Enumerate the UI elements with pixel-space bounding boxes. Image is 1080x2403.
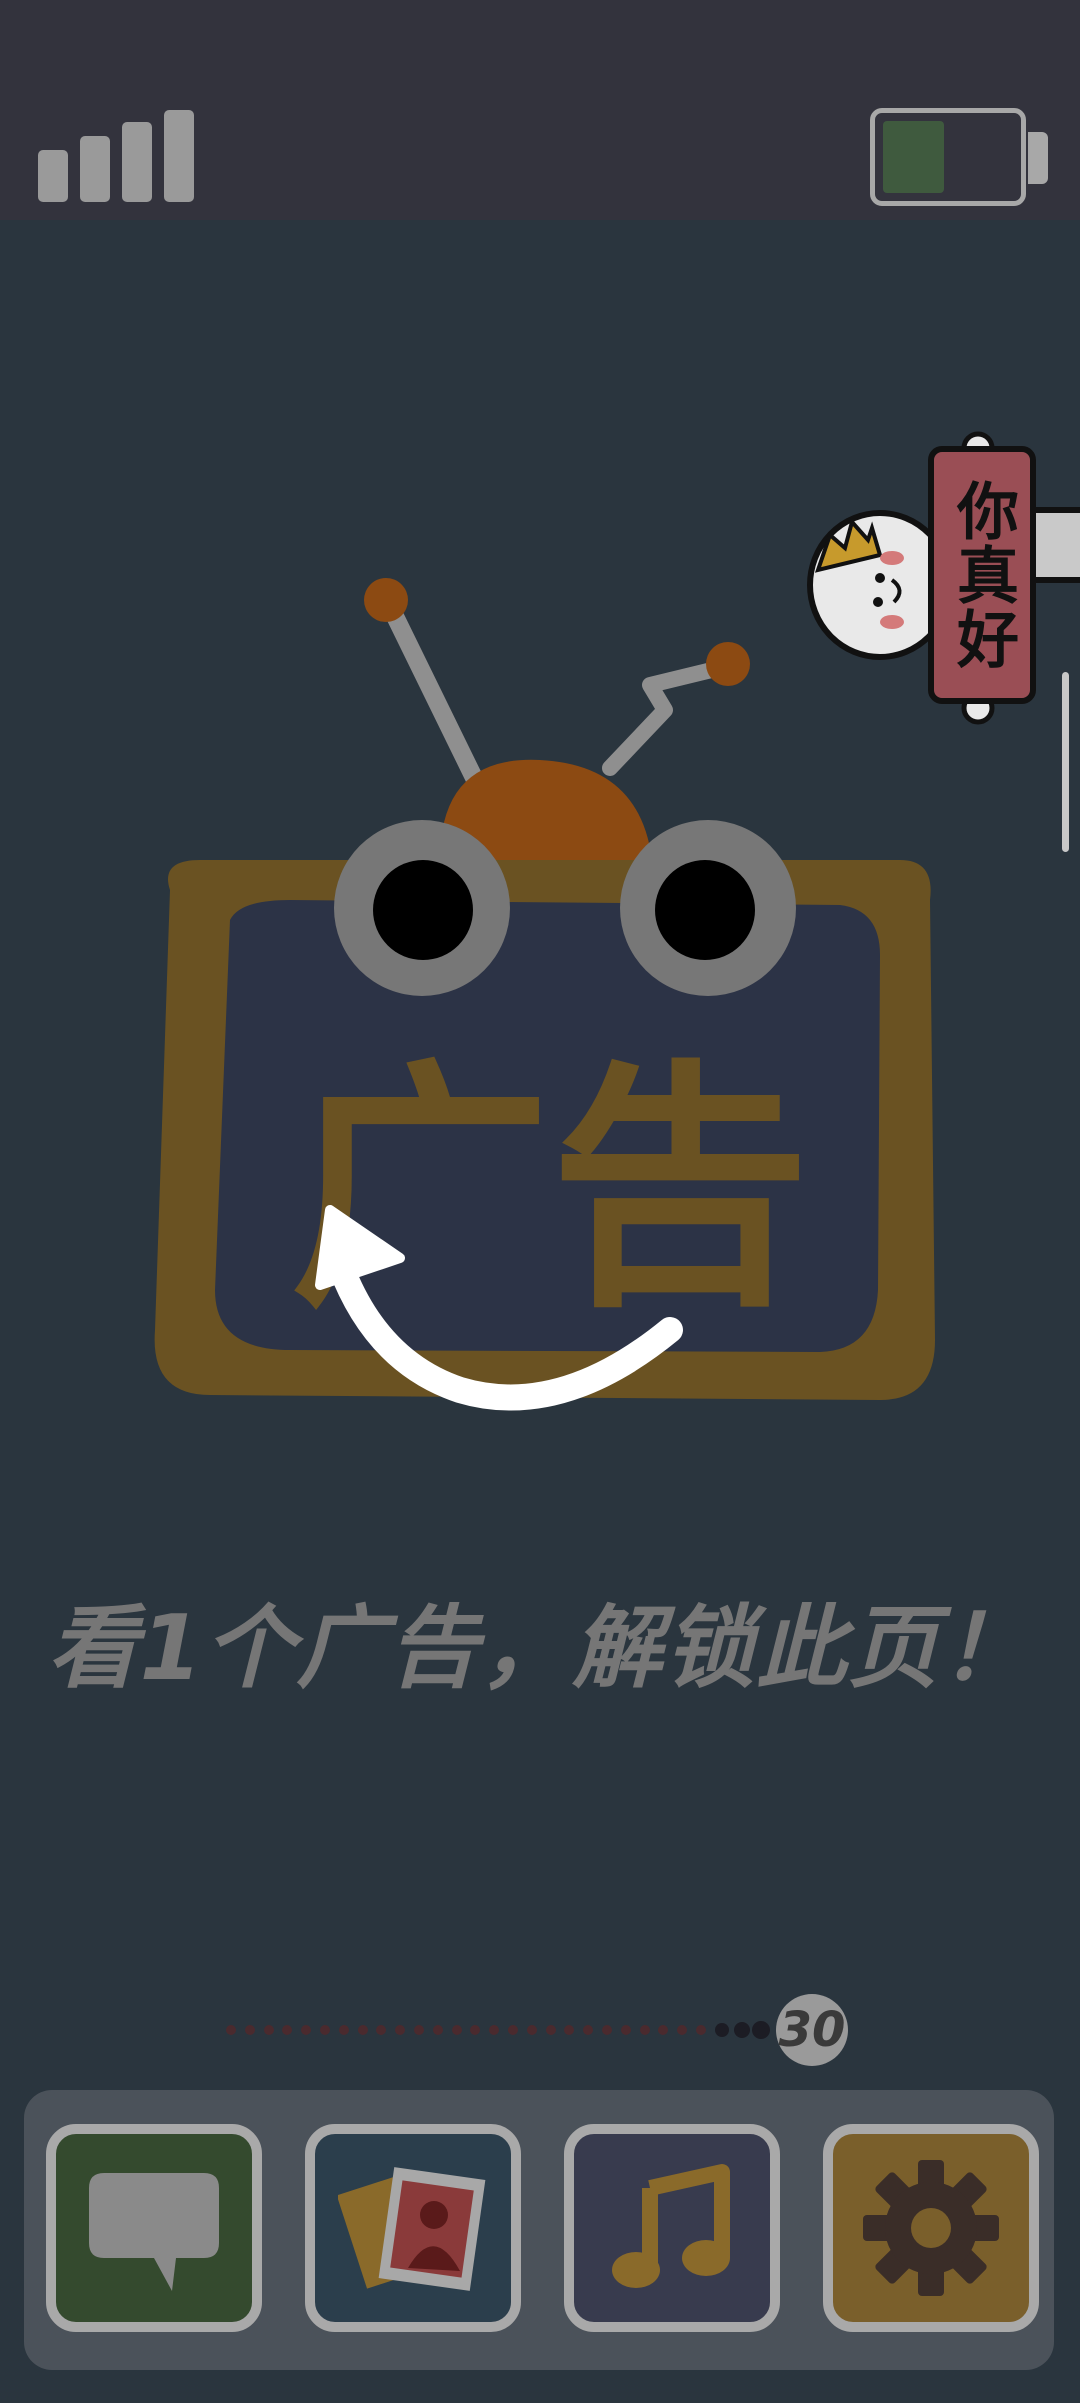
page-dot — [714, 2023, 729, 2037]
battery-tip — [1028, 132, 1048, 184]
page-dot — [696, 2025, 706, 2035]
page-dot — [470, 2025, 481, 2035]
page-dot — [620, 2025, 631, 2035]
page-dot — [338, 2025, 349, 2035]
page-dot — [414, 2025, 424, 2035]
page-dot — [658, 2025, 669, 2035]
page-dot — [376, 2025, 387, 2035]
page-dot — [451, 2025, 462, 2035]
greeting-sign-text: 你真好 — [946, 479, 1019, 671]
page-dot — [489, 2025, 500, 2035]
page-dot — [583, 2025, 594, 2035]
current-page-badge: 30 — [776, 1994, 848, 2066]
ad-tv-illustration[interactable]: 广告 — [140, 560, 940, 1420]
page-dot — [526, 2025, 537, 2035]
status-bar — [0, 0, 1080, 220]
settings-app-button[interactable] — [823, 2124, 1039, 2332]
page-dot — [226, 2025, 236, 2035]
page-dot — [320, 2025, 330, 2035]
page-dot — [639, 2025, 650, 2035]
page-dot — [432, 2025, 443, 2035]
chat-bubble-icon — [89, 2173, 219, 2291]
page-dot — [733, 2022, 750, 2038]
photos-app-button[interactable] — [305, 2124, 521, 2332]
page-indicator-dots — [220, 2015, 780, 2045]
app-dock — [24, 2090, 1054, 2370]
signal-strength-icon — [38, 110, 198, 202]
page-dot — [677, 2025, 688, 2035]
battery-icon — [870, 108, 1026, 206]
page-dot — [545, 2025, 556, 2035]
page-dot — [508, 2025, 518, 2035]
page-dot — [564, 2025, 575, 2035]
page-dot — [602, 2025, 612, 2035]
music-note-icon — [612, 2164, 730, 2288]
page-dot — [301, 2025, 312, 2035]
greeting-sign: 你真好 — [928, 446, 1036, 704]
battery-level — [883, 121, 944, 193]
chat-app-button[interactable] — [46, 2124, 262, 2332]
photos-icon — [338, 2167, 486, 2291]
page-dot — [263, 2025, 274, 2035]
settings-gear-icon — [863, 2160, 999, 2296]
page-dot — [395, 2025, 406, 2035]
music-app-button[interactable] — [564, 2124, 780, 2332]
unlock-message: 看1个广告，解锁此页！ — [47, 1596, 1033, 1701]
page-dot — [244, 2025, 255, 2035]
page-dot — [282, 2025, 293, 2035]
page-dot — [752, 2021, 771, 2039]
page-dot — [357, 2025, 368, 2035]
